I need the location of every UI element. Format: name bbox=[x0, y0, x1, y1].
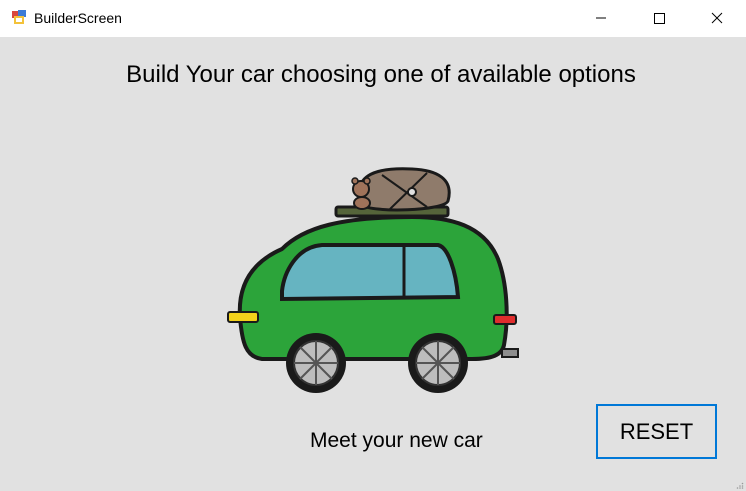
maximize-button[interactable] bbox=[630, 0, 688, 36]
minimize-icon bbox=[596, 17, 606, 19]
car-image bbox=[227, 167, 519, 393]
luggage-bag bbox=[358, 167, 451, 212]
close-button[interactable] bbox=[688, 0, 746, 36]
car-caption: Meet your new car bbox=[310, 429, 483, 452]
page-heading: Build Your car choosing one of available… bbox=[126, 61, 636, 88]
teddy-bear bbox=[351, 177, 371, 210]
rear-wheel bbox=[408, 333, 468, 393]
resize-grip-icon[interactable] bbox=[736, 481, 744, 489]
maximize-icon bbox=[654, 13, 665, 24]
rear-light bbox=[493, 314, 517, 325]
window-title: BuilderScreen bbox=[34, 10, 122, 26]
client-area: Build Your car choosing one of available… bbox=[0, 37, 746, 491]
reset-button[interactable]: RESET bbox=[596, 404, 717, 459]
app-window: BuilderScreen Build Your car choosing on… bbox=[0, 0, 746, 491]
car-window bbox=[280, 243, 461, 302]
close-icon bbox=[711, 12, 723, 24]
title-bar[interactable]: BuilderScreen bbox=[0, 0, 746, 37]
front-wheel bbox=[286, 333, 346, 393]
app-icon bbox=[12, 10, 26, 24]
front-light bbox=[227, 311, 259, 323]
minimize-button[interactable] bbox=[572, 0, 630, 36]
